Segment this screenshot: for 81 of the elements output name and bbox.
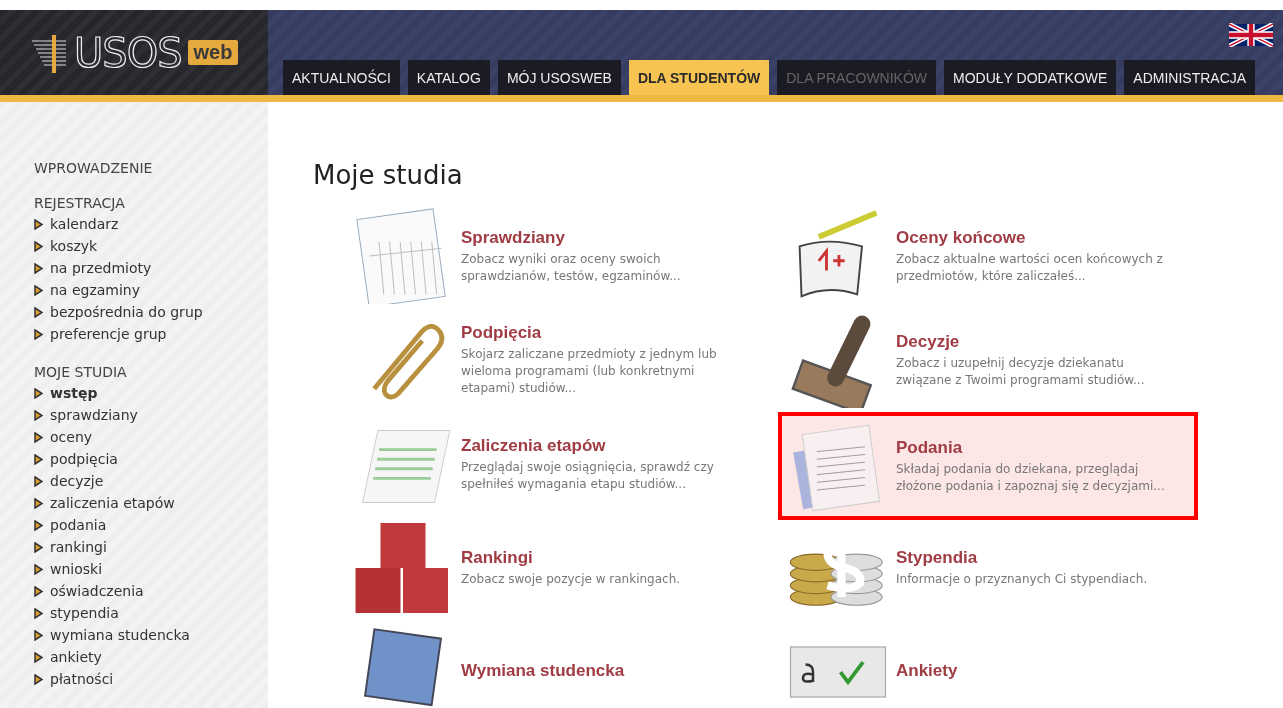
sidebar-link[interactable]: rankingi: [34, 536, 268, 558]
sidebar-link[interactable]: stypendia: [34, 602, 268, 624]
nav-tab[interactable]: MODUŁY DODATKOWE: [944, 60, 1117, 95]
bullet-triangle-icon: [34, 585, 43, 597]
sidebar-link[interactable]: ankiety: [34, 646, 268, 668]
logo-text: USOS: [74, 29, 182, 76]
bullet-triangle-icon: [34, 519, 43, 531]
bullet-triangle-icon: [34, 563, 43, 575]
sidebar-heading[interactable]: WPROWADZENIE: [34, 160, 268, 176]
sidebar-heading[interactable]: REJESTRACJA: [34, 195, 268, 211]
module-tile[interactable]: Podpięcia Skojarz zaliczane przedmioty z jednym lub wieloma programami (lub konkretnymi etapami) studiów...: [313, 308, 778, 412]
bullet-triangle-icon: [34, 607, 43, 619]
module-tile[interactable]: Wymiana studencka: [313, 620, 778, 708]
tile-title: Rankingi: [461, 548, 534, 568]
sidebar-link[interactable]: preferencje grup: [34, 323, 268, 345]
tile-description: Przeglądaj swoje osiągnięcia, sprawdź czy spełniłeś wymagania etapu studiów...: [461, 458, 715, 493]
page-title: Moje studia: [313, 160, 464, 190]
sidebar-link[interactable]: wnioski: [34, 558, 268, 580]
tile-title: Ankiety: [896, 660, 958, 681]
tile-title: Wymiana studencka: [461, 660, 625, 681]
sidebar-link[interactable]: oświadczenia: [34, 580, 268, 602]
sidebar-link[interactable]: koszyk: [34, 235, 268, 257]
tile-title: Podpięcia: [461, 323, 543, 343]
bullet-triangle-icon: [34, 497, 43, 509]
tile-title: Oceny końcowe: [896, 227, 1027, 248]
module-tile[interactable]: Podania Składaj podania do dziekana, przeglądaj złożone podania i zapoznaj się z decyzjami...: [778, 412, 1198, 520]
bullet-triangle-icon: [34, 328, 43, 340]
bullet-triangle-icon: [34, 673, 43, 685]
uk-flag-icon[interactable]: [1229, 23, 1273, 47]
logo-lines-icon: [30, 32, 68, 73]
sidebar-link[interactable]: kalendarz: [34, 213, 268, 235]
module-tile[interactable]: Oceny końcowe Zobacz aktualne wartości ocen końcowych z przedmiotów, które zaliczałeś...: [778, 204, 1198, 308]
sidebar-link[interactable]: zaliczenia etapów: [34, 492, 268, 514]
bullet-triangle-icon: [34, 306, 43, 318]
bullet-triangle-icon: [34, 651, 43, 663]
bullet-triangle-icon: [34, 541, 43, 553]
bullet-triangle-icon: [34, 284, 43, 296]
tile-description: Zobacz wyniki oraz oceny swoich sprawdzianów, testów, egzaminów...: [461, 250, 682, 285]
tile-title: Decyzje: [896, 331, 961, 352]
bullet-triangle-icon: [34, 629, 43, 641]
nav-tab[interactable]: KATALOG: [407, 60, 490, 95]
sidebar-link[interactable]: podpięcia: [34, 448, 268, 470]
bullet-triangle-icon: [34, 475, 43, 487]
module-tile[interactable]: Sprawdziany Zobacz wyniki oraz oceny swoich sprawdzianów, testów, egzaminów...: [313, 204, 778, 308]
module-tile[interactable]: Decyzje Zobacz i uzupełnij decyzje dziekanatu związane z Twoimi programami studiów...: [778, 308, 1198, 412]
sidebar-link[interactable]: na przedmioty: [34, 257, 268, 279]
sidebar-link[interactable]: wstęp: [34, 382, 268, 404]
tile-description: Zobacz aktualne wartości ocen końcowych z przedmiotów, które zaliczałeś...: [896, 250, 1164, 285]
tile-description: Zobacz swoje pozycje w rankingach.: [461, 571, 681, 588]
sidebar-link[interactable]: wymiana studencka: [34, 624, 268, 646]
bullet-triangle-icon: [34, 409, 43, 421]
module-tile[interactable]: Zaliczenia etapów Przeglądaj swoje osiągnięcia, sprawdź czy spełniłeś wymagania etapu studiów...: [313, 412, 778, 516]
tile-description: Skojarz zaliczane przedmioty z jednym lub wieloma programami (lub konkretnymi etapami) studiów...: [461, 346, 718, 397]
bullet-triangle-icon: [34, 387, 43, 399]
bullet-triangle-icon: [34, 453, 43, 465]
tile-description: Składaj podania do dziekana, przeglądaj złożone podania i zapoznaj się z decyzjami...: [896, 460, 1166, 495]
sidebar-link[interactable]: na egzaminy: [34, 279, 268, 301]
sidebar-link[interactable]: podania: [34, 514, 268, 536]
nav-tab[interactable]: ADMINISTRACJA: [1124, 60, 1256, 95]
sidebar-link[interactable]: sprawdziany: [34, 404, 268, 426]
bullet-triangle-icon: [34, 218, 43, 230]
sidebar-link[interactable]: bezpośrednia do grup: [34, 301, 268, 323]
nav-tab[interactable]: AKTUALNOŚCI: [283, 60, 400, 95]
nav-tab[interactable]: MÓJ USOSWEB: [497, 60, 621, 95]
bullet-triangle-icon: [34, 262, 43, 274]
tile-title: Podania: [896, 437, 964, 458]
module-tile[interactable]: Rankingi Zobacz swoje pozycje w rankingach.: [313, 516, 778, 620]
logo-badge: web: [187, 40, 239, 65]
sidebar-link[interactable]: oceny: [34, 426, 268, 448]
bullet-triangle-icon: [34, 240, 43, 252]
tile-description: Informacje o przyznanych Ci stypendiach.: [896, 571, 1148, 588]
sidebar-heading[interactable]: MOJE STUDIA: [34, 364, 268, 380]
sidebar-link[interactable]: decyzje: [34, 470, 268, 492]
tile-title: Sprawdziany: [461, 227, 566, 248]
module-tile[interactable]: Ankiety: [778, 620, 1198, 708]
tile-description: Zobacz i uzupełnij decyzje dziekanatu związane z Twoimi programami studiów...: [896, 354, 1146, 389]
nav-tab[interactable]: DLA STUDENTÓW: [628, 60, 770, 95]
bullet-triangle-icon: [34, 431, 43, 443]
sidebar-link[interactable]: płatności: [34, 668, 268, 690]
tile-title: Stypendia: [896, 548, 979, 568]
tile-title: Zaliczenia etapów: [461, 435, 607, 456]
